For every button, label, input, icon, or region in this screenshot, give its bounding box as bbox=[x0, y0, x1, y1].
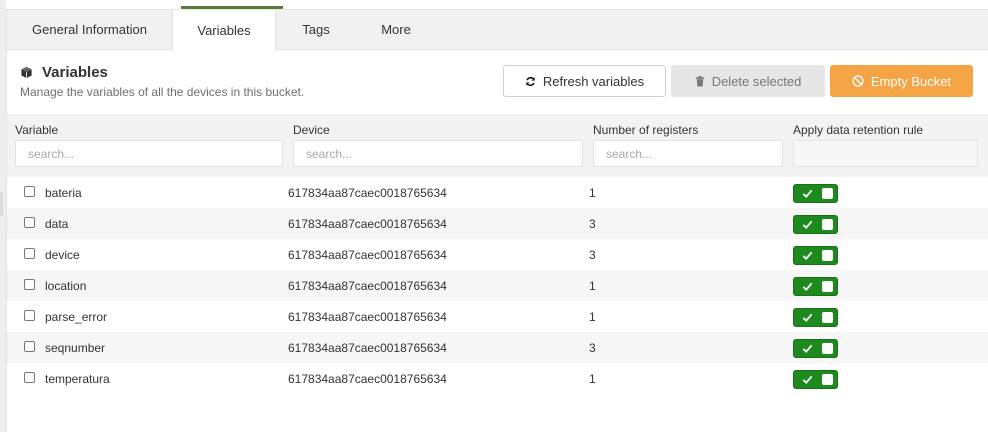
section-subtitle: Manage the variables of all the devices … bbox=[20, 85, 305, 99]
tab-tags[interactable]: Tags bbox=[276, 10, 356, 49]
device-id: 617834aa87caec0018765634 bbox=[288, 248, 447, 262]
delete-selected-label: Delete selected bbox=[711, 73, 802, 89]
delete-selected-button[interactable]: Delete selected bbox=[671, 65, 825, 97]
section-header: Variables Manage the variables of all th… bbox=[20, 64, 304, 99]
check-icon bbox=[802, 313, 813, 323]
retention-toggle[interactable] bbox=[793, 246, 838, 265]
empty-bucket-label: Empty Bucket bbox=[870, 73, 952, 89]
row-checkbox[interactable] bbox=[24, 372, 35, 383]
retention-toggle[interactable] bbox=[793, 339, 838, 358]
toggle-knob bbox=[822, 281, 833, 292]
device-id: 617834aa87caec0018765634 bbox=[288, 341, 447, 355]
column-header-retention: Apply data retention rule bbox=[793, 123, 924, 137]
cube-icon bbox=[20, 66, 33, 79]
row-checkbox[interactable] bbox=[24, 310, 35, 321]
column-header-device: Device bbox=[293, 123, 330, 137]
top-strip bbox=[6, 0, 988, 10]
retention-toggle[interactable] bbox=[793, 277, 838, 296]
table-row: bateria 617834aa87caec0018765634 1 bbox=[7, 177, 988, 208]
retention-toggle[interactable] bbox=[793, 184, 838, 203]
check-icon bbox=[802, 282, 813, 292]
refresh-variables-button[interactable]: Refresh variables bbox=[503, 65, 666, 97]
variable-name: parse_error bbox=[45, 310, 108, 324]
retention-toggle[interactable] bbox=[793, 308, 838, 327]
registers-count: 1 bbox=[589, 372, 596, 386]
column-header-registers: Number of registers bbox=[593, 123, 699, 137]
device-id: 617834aa87caec0018765634 bbox=[288, 279, 447, 293]
device-search-input[interactable] bbox=[293, 140, 583, 167]
check-icon bbox=[802, 344, 813, 354]
registers-search-input[interactable] bbox=[593, 140, 783, 167]
bucket-page: General Information Variables Tags More … bbox=[0, 0, 988, 432]
tab-bar: General Information Variables Tags More bbox=[7, 10, 988, 50]
variables-table-body: bateria 617834aa87caec0018765634 1 data … bbox=[7, 177, 988, 394]
device-id: 617834aa87caec0018765634 bbox=[288, 372, 447, 386]
check-icon bbox=[802, 375, 813, 385]
refresh-variables-label: Refresh variables bbox=[542, 73, 645, 89]
registers-count: 1 bbox=[589, 310, 596, 324]
variable-name: bateria bbox=[45, 186, 82, 200]
retention-filter-cell bbox=[793, 140, 978, 167]
table-header: Variable Device Number of registers Appl… bbox=[7, 114, 988, 177]
toggle-knob bbox=[822, 250, 833, 261]
table-row: device 617834aa87caec0018765634 3 bbox=[7, 239, 988, 270]
toggle-knob bbox=[822, 343, 833, 354]
check-icon bbox=[802, 189, 813, 199]
section-title-row: Variables bbox=[20, 64, 304, 81]
retention-toggle[interactable] bbox=[793, 215, 838, 234]
registers-count: 3 bbox=[589, 341, 596, 355]
left-panel-edge bbox=[0, 0, 7, 432]
row-checkbox[interactable] bbox=[24, 279, 35, 290]
row-checkbox[interactable] bbox=[24, 341, 35, 352]
device-id: 617834aa87caec0018765634 bbox=[288, 310, 447, 324]
empty-bucket-button[interactable]: Empty Bucket bbox=[830, 65, 973, 97]
row-checkbox[interactable] bbox=[24, 248, 35, 259]
trash-icon bbox=[695, 75, 704, 87]
variable-name: temperatura bbox=[45, 372, 110, 386]
device-id: 617834aa87caec0018765634 bbox=[288, 186, 447, 200]
ban-icon bbox=[852, 75, 864, 87]
active-tab-accent bbox=[181, 6, 283, 9]
tab-general-information[interactable]: General Information bbox=[7, 10, 172, 49]
registers-count: 1 bbox=[589, 186, 596, 200]
registers-count: 1 bbox=[589, 279, 596, 293]
panel-edge-marker bbox=[0, 192, 3, 216]
table-row: location 617834aa87caec0018765634 1 bbox=[7, 270, 988, 301]
table-row: temperatura 617834aa87caec0018765634 1 bbox=[7, 363, 988, 394]
variable-name: device bbox=[45, 248, 80, 262]
table-row: data 617834aa87caec0018765634 3 bbox=[7, 208, 988, 239]
variable-name: location bbox=[45, 279, 87, 293]
column-header-variable: Variable bbox=[15, 123, 59, 137]
device-id: 617834aa87caec0018765634 bbox=[288, 217, 447, 231]
row-checkbox[interactable] bbox=[24, 217, 35, 228]
toggle-knob bbox=[822, 188, 833, 199]
tab-more[interactable]: More bbox=[356, 10, 436, 49]
variable-search-input[interactable] bbox=[15, 140, 283, 167]
check-icon bbox=[802, 251, 813, 261]
retention-toggle[interactable] bbox=[793, 370, 838, 389]
toggle-knob bbox=[822, 219, 833, 230]
row-checkbox[interactable] bbox=[24, 186, 35, 197]
section-title: Variables bbox=[42, 64, 108, 81]
variable-name: data bbox=[45, 217, 69, 231]
toggle-knob bbox=[822, 374, 833, 385]
registers-count: 3 bbox=[589, 217, 596, 231]
table-row: parse_error 617834aa87caec0018765634 1 bbox=[7, 301, 988, 332]
refresh-icon bbox=[526, 76, 535, 86]
variable-name: seqnumber bbox=[45, 341, 106, 355]
tab-variables[interactable]: Variables bbox=[172, 10, 276, 50]
registers-count: 3 bbox=[589, 248, 596, 262]
toggle-knob bbox=[822, 312, 833, 323]
table-row: seqnumber 617834aa87caec0018765634 3 bbox=[7, 332, 988, 363]
check-icon bbox=[802, 220, 813, 230]
